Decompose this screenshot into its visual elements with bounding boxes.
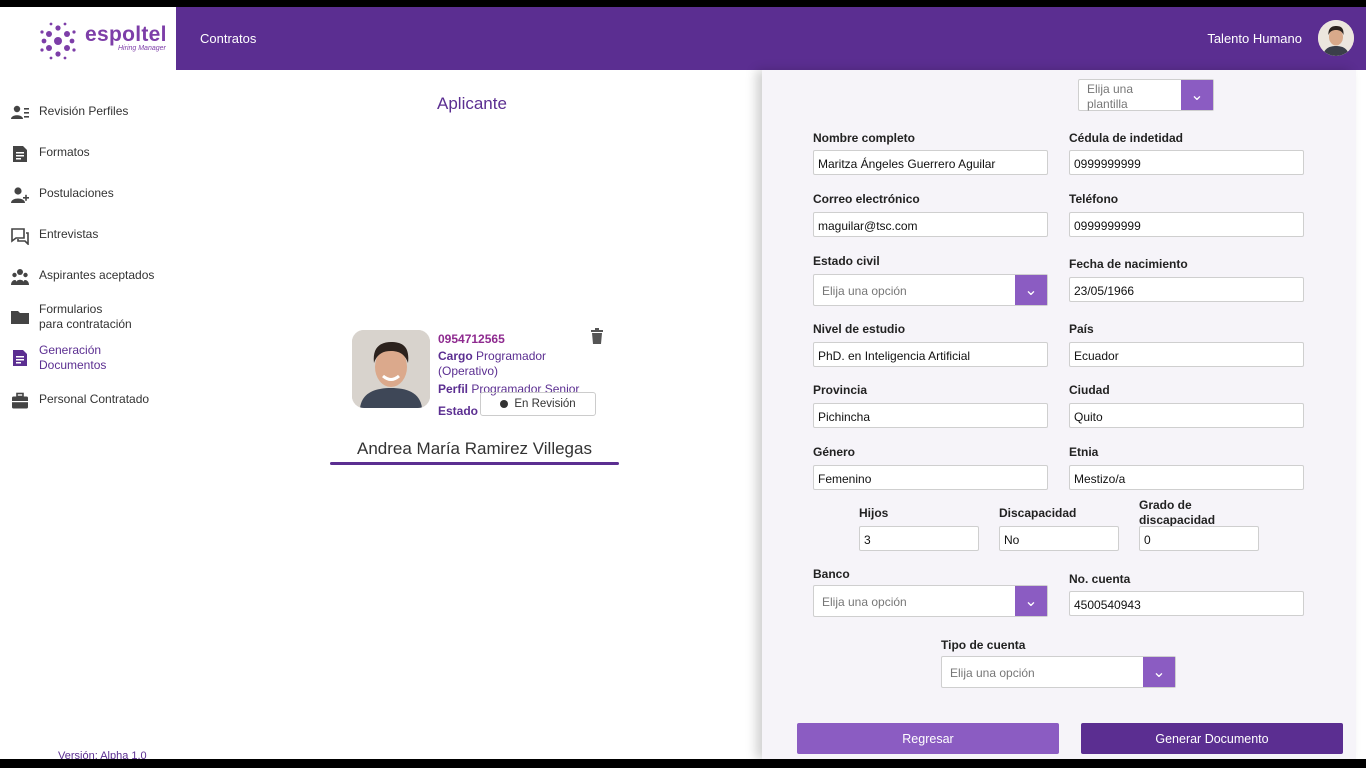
cuenta-field[interactable]: 4500540943 xyxy=(1069,591,1304,616)
tipo-cuenta-select[interactable]: Elija una opción ⌄ xyxy=(941,656,1176,688)
banco-chevron-down-icon[interactable]: ⌄ xyxy=(1015,586,1047,616)
user-list-icon xyxy=(11,105,29,119)
app-screen: espoltel Hiring Manager Contratos Talent… xyxy=(0,7,1366,759)
ciudad-field[interactable]: Quito xyxy=(1069,403,1304,428)
correo-field[interactable]: maguilar@tsc.com xyxy=(813,212,1048,237)
template-select[interactable]: Elija una plantilla ⌄ xyxy=(1078,79,1214,111)
applicant-cargo: Cargo Programador (Operativo) xyxy=(438,349,578,379)
estado-civil-label: Estado civil xyxy=(813,254,880,268)
user-add-icon xyxy=(11,187,29,203)
cedula-field[interactable]: 0999999999 xyxy=(1069,150,1304,175)
app-version: Versión: Alpha 1.0 xyxy=(58,750,147,759)
applicant-photo-image xyxy=(352,330,430,408)
brand-tagline: Hiring Manager xyxy=(118,45,166,52)
nivel-label: Nivel de estudio xyxy=(813,322,906,336)
discapacidad-label: Discapacidad xyxy=(999,506,1077,520)
tipo-cuenta-placeholder: Elija una opción xyxy=(950,666,1035,680)
applicant-id: 0954712565 xyxy=(438,332,505,346)
banco-label: Banco xyxy=(813,567,850,581)
sidebar-item-label: Formatos xyxy=(39,145,90,159)
tipo-cuenta-chevron-down-icon[interactable]: ⌄ xyxy=(1143,657,1175,687)
genero-label: Género xyxy=(813,445,856,459)
grado-field[interactable]: 0 xyxy=(1139,526,1259,551)
sidebar-item-formatos[interactable]: Formatos xyxy=(11,145,90,163)
etnia-field[interactable]: Mestizo/a xyxy=(1069,465,1304,490)
document-edit-icon xyxy=(13,350,27,366)
telefono-field[interactable]: 0999999999 xyxy=(1069,212,1304,237)
back-button[interactable]: Regresar xyxy=(797,723,1059,754)
top-bar: Contratos Talento Humano xyxy=(176,7,1366,70)
document-form-panel: Elija una plantilla ⌄ Nombre completo Ma… xyxy=(762,70,1356,759)
pais-field[interactable]: Ecuador xyxy=(1069,342,1304,367)
sidebar-item-revision-perfiles[interactable]: Revisión Perfiles xyxy=(11,104,128,122)
chat-icon xyxy=(11,228,29,245)
status-badge: En Revisión xyxy=(480,392,596,416)
logo-area: espoltel Hiring Manager xyxy=(0,7,176,70)
estado-civil-select[interactable]: Elija una opción ⌄ xyxy=(813,274,1048,306)
nav-contratos[interactable]: Contratos xyxy=(200,31,256,46)
sidebar: Revisión Perfiles Formatos Postulaciones… xyxy=(0,70,176,759)
sidebar-item-label: Entrevistas xyxy=(39,227,99,241)
status-dot-icon xyxy=(500,400,509,408)
sidebar-item-entrevistas[interactable]: Entrevistas xyxy=(11,227,98,245)
correo-label: Correo electrónico xyxy=(813,192,920,206)
applicant-section-title: Aplicante xyxy=(437,94,507,113)
status-text: En Revisión xyxy=(514,398,576,410)
grado-label: Grado de discapacidad xyxy=(1139,498,1216,527)
briefcase-icon xyxy=(12,392,28,409)
nivel-field[interactable]: PhD. en Inteligencia Artificial xyxy=(813,342,1048,367)
banco-select[interactable]: Elija una opción ⌄ xyxy=(813,585,1048,617)
brand-logo-icon xyxy=(40,22,76,60)
user-role: Talento Humano xyxy=(1207,31,1302,46)
applicant-estado-label: Estado xyxy=(438,404,479,418)
sidebar-item-label: Postulaciones xyxy=(39,186,114,200)
sidebar-item-aspirantes-aceptados[interactable]: Aspirantes aceptados xyxy=(11,268,154,286)
banco-placeholder: Elija una opción xyxy=(822,595,907,609)
document-icon xyxy=(13,146,27,162)
nombre-field[interactable]: Maritza Ángeles Guerrero Aguilar xyxy=(813,150,1048,175)
user-avatar-icon xyxy=(1318,20,1354,56)
sidebar-item-label: Aspirantes aceptados xyxy=(39,268,155,282)
sidebar-item-label: Revisión Perfiles xyxy=(39,104,129,118)
folder-icon xyxy=(11,311,29,324)
cedula-label: Cédula de indetidad xyxy=(1069,131,1184,145)
template-select-chevron-down-icon[interactable]: ⌄ xyxy=(1181,80,1213,110)
user-avatar[interactable] xyxy=(1318,20,1354,56)
group-icon xyxy=(11,269,29,285)
brand-name: espoltel xyxy=(85,23,167,46)
fecha-field[interactable]: 23/05/1966 xyxy=(1069,277,1304,302)
perfil-label: Perfil xyxy=(438,382,469,396)
template-select-text: Elija una plantilla xyxy=(1087,82,1134,111)
discapacidad-field[interactable]: No xyxy=(999,526,1119,551)
applicant-photo xyxy=(352,330,430,408)
estado-civil-placeholder: Elija una opción xyxy=(822,284,907,298)
ciudad-label: Ciudad xyxy=(1069,383,1110,397)
etnia-label: Etnia xyxy=(1069,445,1099,459)
tipo-cuenta-label: Tipo de cuenta xyxy=(941,638,1026,652)
sidebar-item-formularios[interactable]: Formularios para contratación xyxy=(11,302,132,332)
telefono-label: Teléfono xyxy=(1069,192,1119,206)
genero-field[interactable]: Femenino xyxy=(813,465,1048,490)
provincia-field[interactable]: Pichincha xyxy=(813,403,1048,428)
sidebar-item-label: Generación Documentos xyxy=(39,343,107,372)
estado-civil-chevron-down-icon[interactable]: ⌄ xyxy=(1015,275,1047,305)
sidebar-item-label: Formularios para contratación xyxy=(39,302,132,331)
sidebar-item-postulaciones[interactable]: Postulaciones xyxy=(11,186,114,204)
hijos-field[interactable]: 3 xyxy=(859,526,979,551)
hijos-label: Hijos xyxy=(859,506,889,520)
applicant-name: Andrea María Ramirez Villegas xyxy=(357,439,592,458)
nombre-label: Nombre completo xyxy=(813,131,916,145)
pais-label: País xyxy=(1069,322,1094,336)
provincia-label: Provincia xyxy=(813,383,868,397)
applicant-card: 0954712565 Cargo Programador (Operativo)… xyxy=(352,323,612,418)
sidebar-item-generacion-documentos[interactable]: Generación Documentos xyxy=(11,343,106,373)
generate-document-button[interactable]: Generar Documento xyxy=(1081,723,1343,754)
cuenta-label: No. cuenta xyxy=(1069,572,1131,586)
fecha-label: Fecha de nacimiento xyxy=(1069,257,1188,271)
trash-icon[interactable] xyxy=(590,328,604,344)
cargo-label: Cargo xyxy=(438,349,473,363)
sidebar-item-label: Personal Contratado xyxy=(39,392,150,406)
applicant-name-underline xyxy=(330,462,619,465)
sidebar-item-personal-contratado[interactable]: Personal Contratado xyxy=(11,392,149,410)
